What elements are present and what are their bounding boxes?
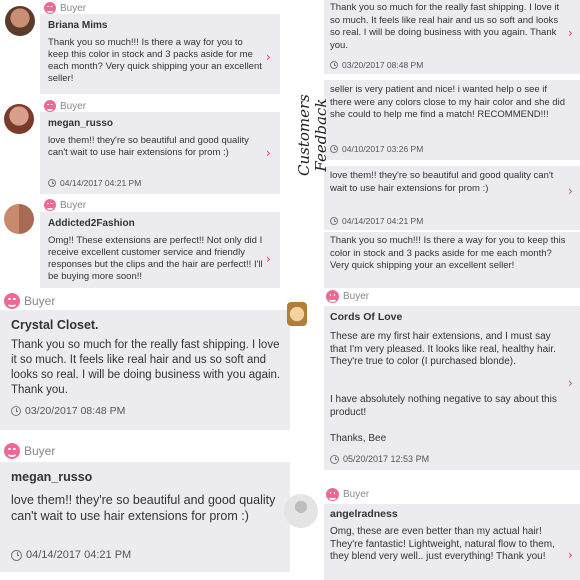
review-text-2: I have absolutely nothing negative to sa… — [330, 394, 557, 418]
clock-icon — [330, 61, 338, 69]
buyer-label: Buyer — [343, 291, 370, 302]
buyer-tag: Buyer — [44, 100, 86, 112]
buyer-tag: Buyer — [4, 443, 55, 459]
buyer-label: Buyer — [24, 444, 56, 458]
review-date: 03/20/2017 08:48 PM — [11, 405, 125, 417]
review-card[interactable]: Thank you so much for the really fast sh… — [324, 0, 580, 74]
review-text: Omg, these are even better than my actua… — [330, 526, 555, 562]
review-card[interactable]: love them!! they're so beautiful and goo… — [324, 166, 580, 230]
clock-icon — [48, 179, 56, 187]
reviewer-name: megan_russo — [11, 470, 93, 484]
smiley-icon — [326, 488, 339, 501]
reviewer-name: Cords Of Love — [330, 311, 403, 323]
review-card[interactable]: seller is very patient and nice! i wante… — [324, 80, 580, 160]
avatar-addicted2fashion — [4, 204, 34, 234]
review-date: 05/20/2017 12:53 PM — [330, 454, 429, 464]
review-card[interactable]: Cords Of Love These are my first hair ex… — [324, 306, 580, 470]
smiley-icon — [44, 2, 56, 14]
review-text: Thank you so much!!! Is there a way for … — [330, 235, 566, 271]
review-text: Omg!! These extensions are perfect!! Not… — [48, 235, 263, 282]
review-card[interactable]: Crystal Closet. Thank you so much for th… — [0, 310, 290, 430]
avatar-cords-of-love — [287, 302, 307, 326]
review-card[interactable]: Addicted2Fashion Omg!! These extensions … — [40, 212, 280, 288]
review-card[interactable]: Briana Mims Thank you so much!!! Is ther… — [40, 14, 280, 94]
chevron-right-icon[interactable]: › — [568, 184, 573, 198]
review-card[interactable]: angelradness Omg, these are even better … — [324, 504, 580, 580]
buyer-label: Buyer — [24, 294, 56, 308]
review-text: seller is very patient and nice! i wante… — [330, 84, 565, 120]
clock-icon — [11, 406, 21, 416]
buyer-label: Buyer — [60, 199, 87, 211]
buyer-tag: Buyer — [326, 290, 369, 303]
clock-icon — [330, 454, 339, 464]
review-text-3: Thanks, Bee — [330, 433, 387, 444]
review-date: 04/10/2017 03:26 PM — [330, 144, 423, 154]
smiley-icon — [44, 199, 56, 211]
avatar-briana — [5, 6, 35, 36]
review-text: These are my first hair extensions, and … — [330, 331, 556, 367]
chevron-right-icon[interactable]: › — [568, 26, 573, 40]
review-date: 04/14/2017 04:21 PM — [48, 178, 141, 188]
review-text: love them!! they're so beautiful and goo… — [11, 493, 276, 523]
buyer-tag: Buyer — [44, 199, 86, 211]
smiley-icon — [4, 443, 20, 459]
reviewer-name: Addicted2Fashion — [48, 218, 135, 229]
clock-icon — [330, 145, 338, 153]
review-card[interactable]: megan_russo love them!! they're so beaut… — [0, 462, 290, 572]
smiley-icon — [4, 293, 20, 309]
review-card[interactable]: Thank you so much!!! Is there a way for … — [324, 232, 580, 288]
buyer-label: Buyer — [60, 100, 87, 112]
reviewer-name: angelradness — [330, 508, 398, 520]
chevron-right-icon[interactable]: › — [568, 376, 573, 390]
chevron-right-icon[interactable]: › — [568, 548, 573, 562]
buyer-tag: Buyer — [4, 293, 55, 309]
chevron-right-icon[interactable]: › — [266, 252, 271, 266]
review-date: 04/14/2017 04:21 PM — [11, 549, 131, 561]
review-text: love them!! they're so beautiful and goo… — [330, 170, 554, 194]
smiley-icon — [44, 100, 56, 112]
smiley-icon — [326, 290, 339, 303]
review-text: Thank you so much for the really fast sh… — [330, 2, 560, 51]
chevron-right-icon[interactable]: › — [266, 146, 271, 160]
clock-icon — [330, 217, 338, 225]
avatar-megan — [4, 104, 34, 134]
review-text: Thank you so much for the really fast sh… — [11, 339, 281, 396]
reviewer-name: Briana Mims — [48, 20, 108, 31]
buyer-tag: Buyer — [44, 2, 86, 14]
review-date: 03/20/2017 08:48 PM — [330, 60, 423, 70]
review-date: 04/14/2017 04:21 PM — [330, 216, 423, 226]
reviewer-name: megan_russo — [48, 118, 114, 129]
buyer-tag: Buyer — [326, 488, 369, 501]
review-text: Thank you so much!!! Is there a way for … — [48, 37, 262, 84]
clock-icon — [11, 549, 22, 561]
avatar-angelradness — [284, 494, 318, 528]
buyer-label: Buyer — [60, 2, 87, 14]
buyer-label: Buyer — [343, 489, 370, 500]
review-text: love them!! they're so beautiful and goo… — [48, 135, 249, 158]
side-label: Customers Feedback — [295, 94, 330, 176]
reviewer-name: Crystal Closet. — [11, 318, 99, 332]
review-card[interactable]: megan_russo love them!! they're so beaut… — [40, 112, 280, 194]
chevron-right-icon[interactable]: › — [266, 50, 271, 64]
